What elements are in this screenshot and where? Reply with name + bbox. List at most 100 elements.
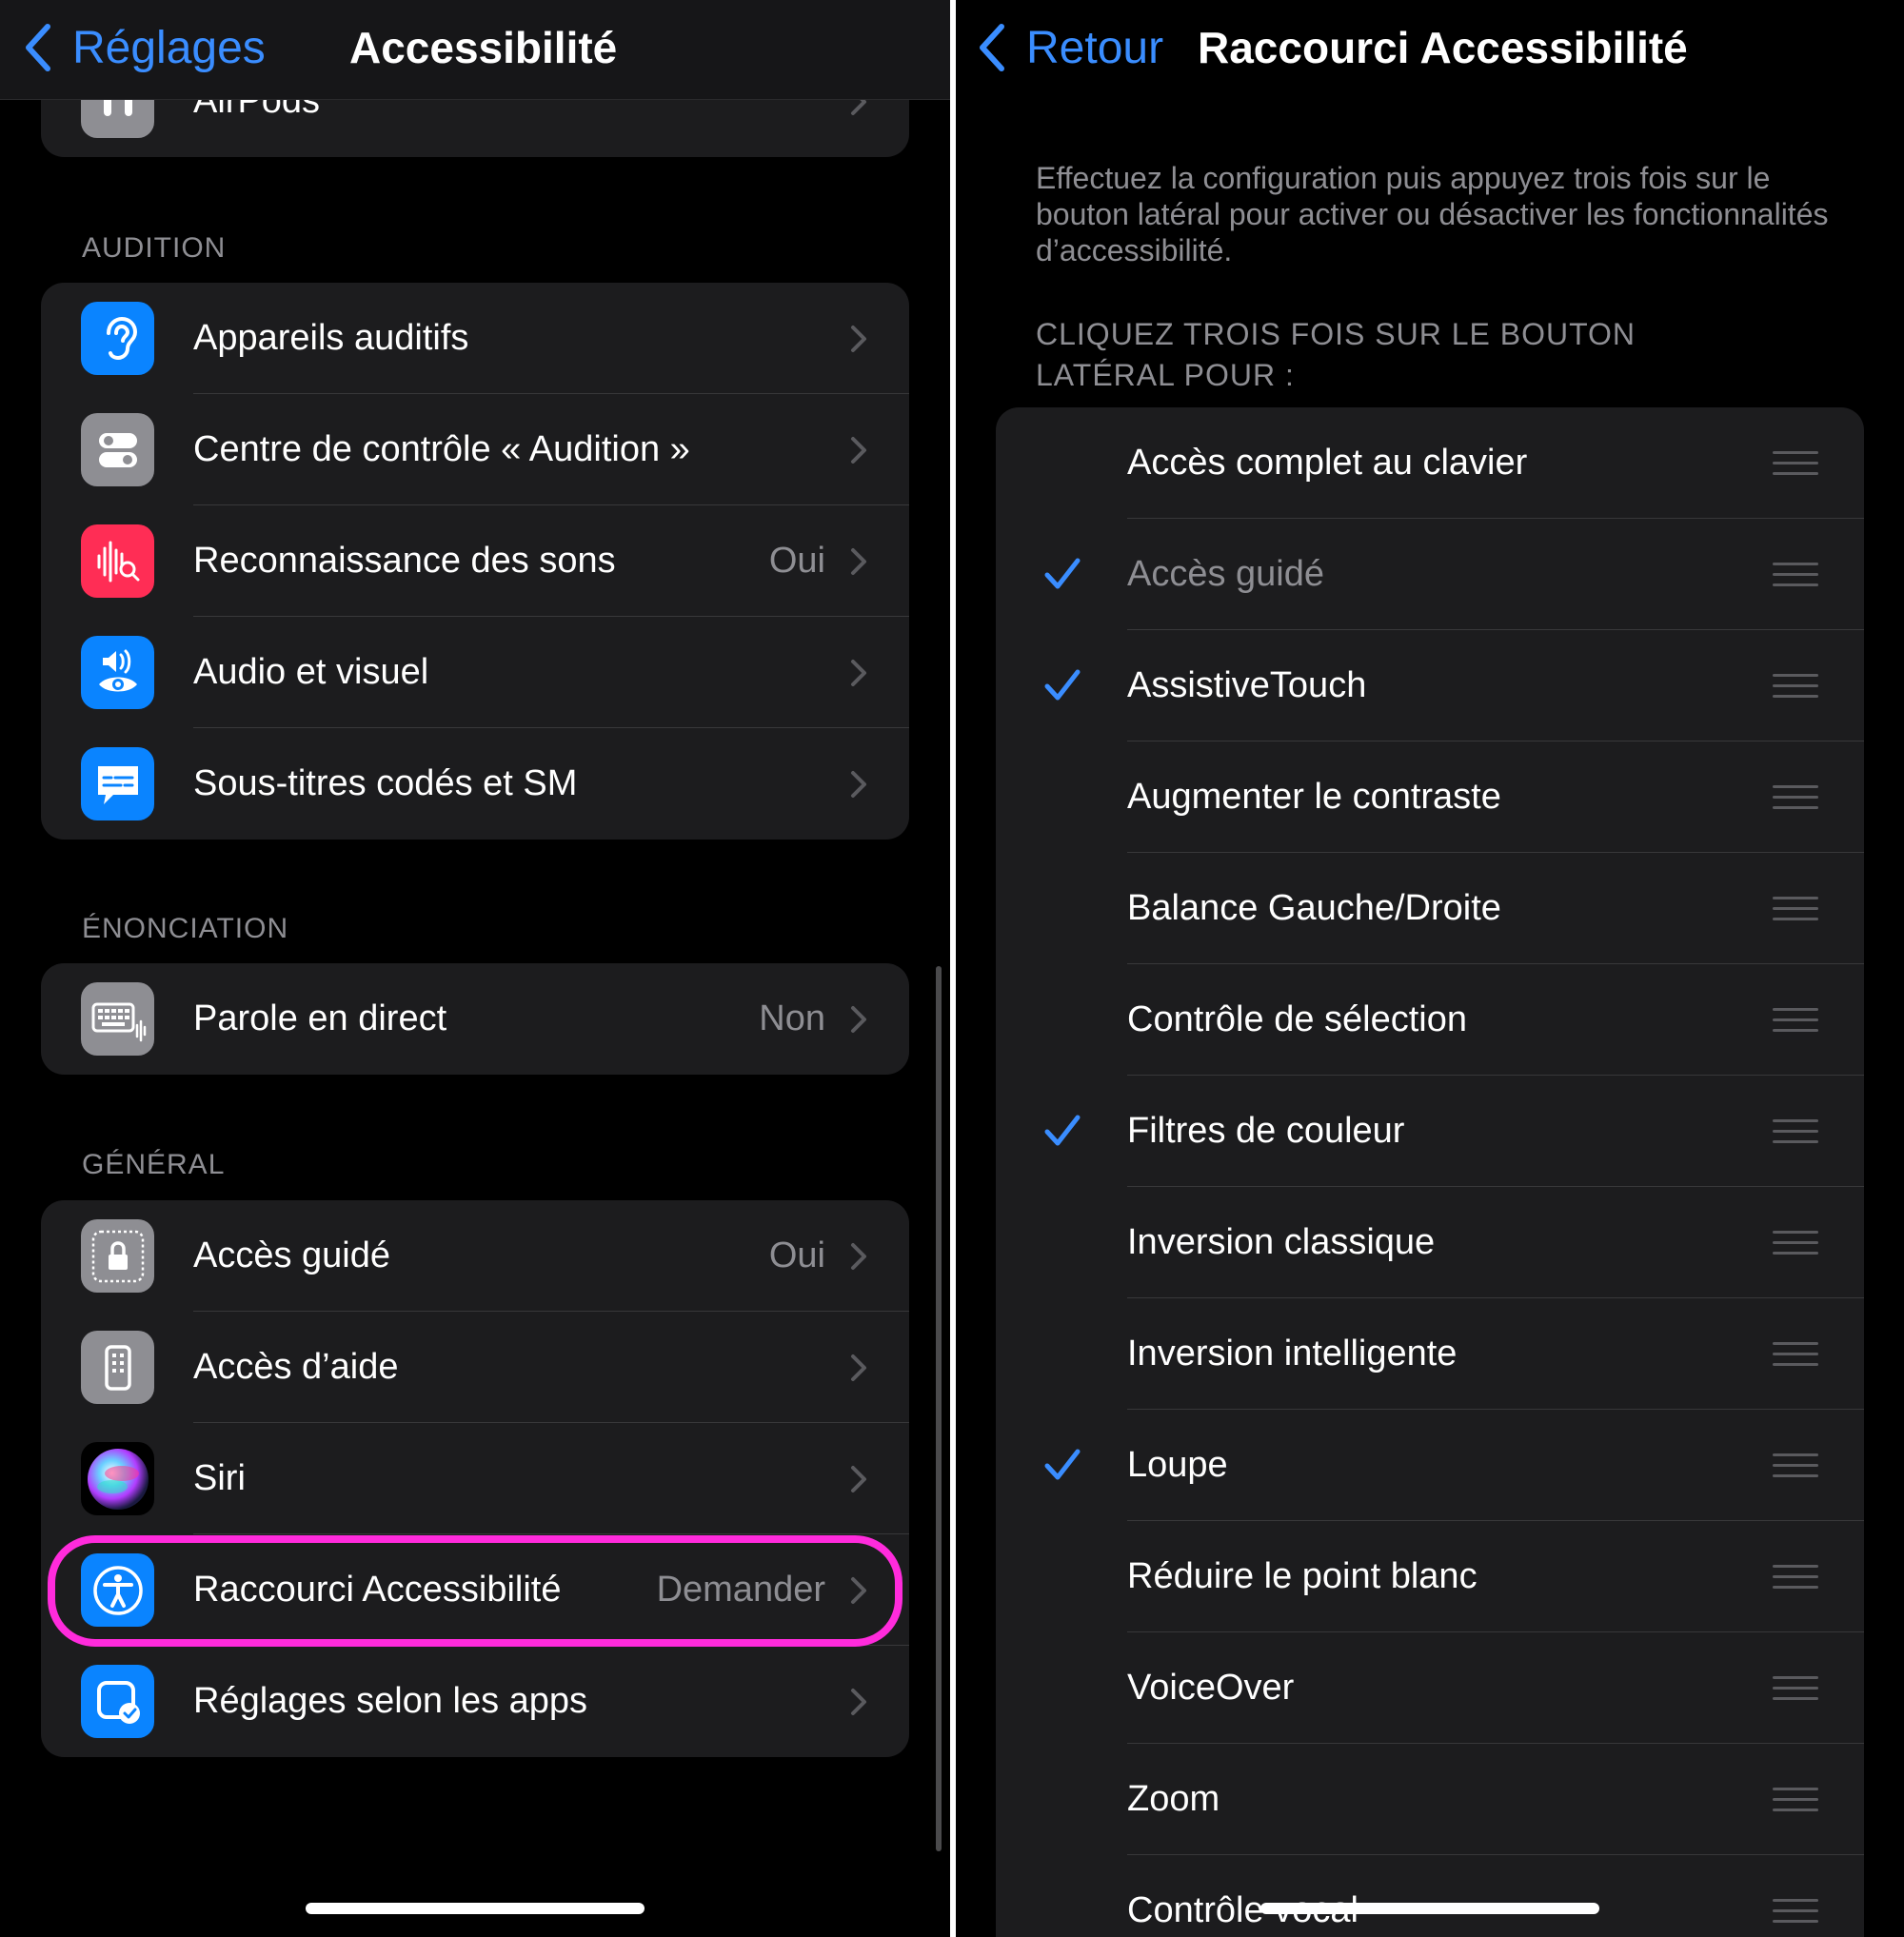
shortcut-option-row[interactable]: Filtres de couleur xyxy=(996,1076,1864,1187)
settings-row-live-speech[interactable]: Parole en direct Non xyxy=(41,963,909,1075)
ear-icon xyxy=(81,302,154,375)
settings-row-label: Accès guidé xyxy=(193,1235,391,1275)
reorder-handle-icon[interactable] xyxy=(1773,1340,1818,1369)
shortcut-option-label: Inversion classique xyxy=(1127,1222,1436,1262)
chevron-right-icon xyxy=(851,1006,866,1033)
shortcut-options-list: Accès complet au clavier Accès guidé Assis… xyxy=(996,407,1864,1937)
shortcut-option-row[interactable]: Augmenter le contraste xyxy=(996,741,1864,853)
reorder-handle-icon[interactable] xyxy=(1773,1452,1818,1480)
reorder-handle-icon[interactable] xyxy=(1773,783,1818,812)
reorder-handle-icon[interactable] xyxy=(1773,561,1818,589)
settings-row-label: Reconnaissance des sons xyxy=(193,541,616,581)
shortcut-option-label: Inversion intelligente xyxy=(1127,1334,1458,1374)
back-button-label: Réglages xyxy=(72,22,266,73)
reorder-handle-icon[interactable] xyxy=(1773,1006,1818,1035)
shortcut-option-label: Balance Gauche/Droite xyxy=(1127,888,1501,928)
settings-row-label: Centre de contrôle « Audition » xyxy=(193,429,690,469)
shortcut-option-row[interactable]: Accès guidé xyxy=(996,519,1864,630)
toggles-icon xyxy=(81,413,154,486)
shortcut-option-label: Réduire le point blanc xyxy=(1127,1556,1478,1596)
checkmark-icon xyxy=(1044,1449,1081,1480)
shortcut-option-row[interactable]: Accès complet au clavier xyxy=(996,407,1864,519)
shortcut-option-row[interactable]: Zoom xyxy=(996,1744,1864,1855)
reorder-handle-icon[interactable] xyxy=(1773,1563,1818,1591)
lock-icon xyxy=(81,1219,154,1293)
shortcut-option-row[interactable]: Contrôle vocal xyxy=(996,1855,1864,1937)
speaker-eye-icon xyxy=(81,636,154,709)
general-group: Accès guidé Oui Accès d’aide Siri Raccou… xyxy=(41,1200,909,1757)
shortcut-option-label: Filtres de couleur xyxy=(1127,1111,1405,1151)
reorder-handle-icon[interactable] xyxy=(1773,1117,1818,1146)
reorder-handle-icon[interactable] xyxy=(1773,895,1818,923)
settings-row-sound-recognition[interactable]: Reconnaissance des sons Oui xyxy=(41,505,909,617)
shortcut-option-label: Augmenter le contraste xyxy=(1127,777,1501,817)
home-indicator[interactable] xyxy=(306,1903,645,1914)
shortcut-option-row[interactable]: Inversion intelligente xyxy=(996,1298,1864,1410)
shortcut-description: Effectuez la configuration puis appuyez … xyxy=(1036,161,1829,267)
shortcut-option-row[interactable]: Balance Gauche/Droite xyxy=(996,853,1864,964)
back-button[interactable]: Retour xyxy=(977,17,1163,78)
accessibility-shortcut-screen: Retour Raccourci Accessibilité Effectuez… xyxy=(956,0,1904,1937)
shortcut-option-label: Contrôle vocal xyxy=(1127,1890,1359,1930)
chevron-right-icon xyxy=(851,771,866,798)
settings-row-per-app-settings[interactable]: Réglages selon les apps xyxy=(41,1646,909,1757)
shortcut-option-row[interactable]: Contrôle de sélection xyxy=(996,964,1864,1076)
section-header-general: GÉNÉRAL xyxy=(82,1149,226,1180)
settings-row-guided-access[interactable]: Accès guidé Oui xyxy=(41,1200,909,1312)
shortcut-option-label: VoiceOver xyxy=(1127,1668,1295,1708)
chevron-right-icon xyxy=(851,1689,866,1715)
shortcut-option-label: Accès guidé xyxy=(1127,554,1325,594)
settings-row-value: Non xyxy=(759,998,825,1038)
settings-row-label: Audio et visuel xyxy=(193,652,429,692)
shortcut-option-row[interactable]: Loupe xyxy=(996,1410,1864,1521)
reorder-handle-icon[interactable] xyxy=(1773,449,1818,478)
remote-icon xyxy=(81,1331,154,1404)
settings-row-label: Appareils auditifs xyxy=(193,318,469,358)
section-header-triple-click: CLIQUEZ TROIS FOIS SUR LE BOUTON LATÉRAL… xyxy=(1036,317,1636,392)
settings-row-label: Sous-titres codés et SM xyxy=(193,763,578,803)
speech-group: Parole en direct Non xyxy=(41,963,909,1075)
sound-wave-search-icon xyxy=(81,524,154,598)
shortcut-option-row[interactable]: Inversion classique xyxy=(996,1187,1864,1298)
shortcut-option-row[interactable]: Réduire le point blanc xyxy=(996,1521,1864,1632)
app-settings-icon xyxy=(81,1665,154,1738)
settings-row-label: Réglages selon les apps xyxy=(193,1681,588,1721)
checkmark-icon xyxy=(1044,558,1081,589)
chevron-right-icon xyxy=(851,1243,866,1270)
chevron-right-icon xyxy=(851,548,866,575)
back-button-label: Retour xyxy=(1026,22,1164,73)
chevron-right-icon xyxy=(851,326,866,352)
checkmark-icon xyxy=(1044,1115,1081,1146)
settings-row-hearing-devices[interactable]: Appareils auditifs xyxy=(41,283,909,394)
reorder-handle-icon[interactable] xyxy=(1773,1786,1818,1814)
shortcut-option-label: Contrôle de sélection xyxy=(1127,999,1467,1039)
settings-row-subtitles[interactable]: Sous-titres codés et SM xyxy=(41,728,909,840)
settings-row-value: Oui xyxy=(768,1235,825,1275)
scrollbar[interactable] xyxy=(936,966,942,1851)
reorder-handle-icon[interactable] xyxy=(1773,672,1818,701)
siri-icon xyxy=(81,1442,154,1515)
chevron-right-icon xyxy=(851,437,866,464)
reorder-handle-icon[interactable] xyxy=(1773,1674,1818,1703)
home-indicator[interactable] xyxy=(1260,1903,1599,1914)
settings-row-label: Siri xyxy=(193,1458,246,1498)
settings-row-audio-visual[interactable]: Audio et visuel xyxy=(41,617,909,728)
shortcut-option-label: Zoom xyxy=(1127,1779,1220,1819)
settings-row-siri[interactable]: Siri xyxy=(41,1423,909,1534)
shortcut-option-row[interactable]: VoiceOver xyxy=(996,1632,1864,1744)
settings-row-label: Accès d’aide xyxy=(193,1347,399,1387)
shortcut-option-row[interactable]: AssistiveTouch xyxy=(996,630,1864,741)
settings-row-label: Parole en direct xyxy=(193,998,447,1038)
back-button[interactable]: Réglages xyxy=(23,17,266,78)
reorder-handle-icon[interactable] xyxy=(1773,1897,1818,1926)
reorder-handle-icon[interactable] xyxy=(1773,1229,1818,1257)
highlight-annotation xyxy=(48,1535,902,1647)
settings-row-assistive-access[interactable]: Accès d’aide xyxy=(41,1312,909,1423)
section-header-audition: AUDITION xyxy=(82,232,227,264)
audition-group: Appareils auditifs Centre de contrôle « … xyxy=(41,283,909,840)
chevron-right-icon xyxy=(851,1466,866,1492)
settings-row-hearing-control-center[interactable]: Centre de contrôle « Audition » xyxy=(41,394,909,505)
chevron-right-icon xyxy=(851,1354,866,1381)
chevron-right-icon xyxy=(851,660,866,686)
chevron-left-icon xyxy=(26,24,50,71)
